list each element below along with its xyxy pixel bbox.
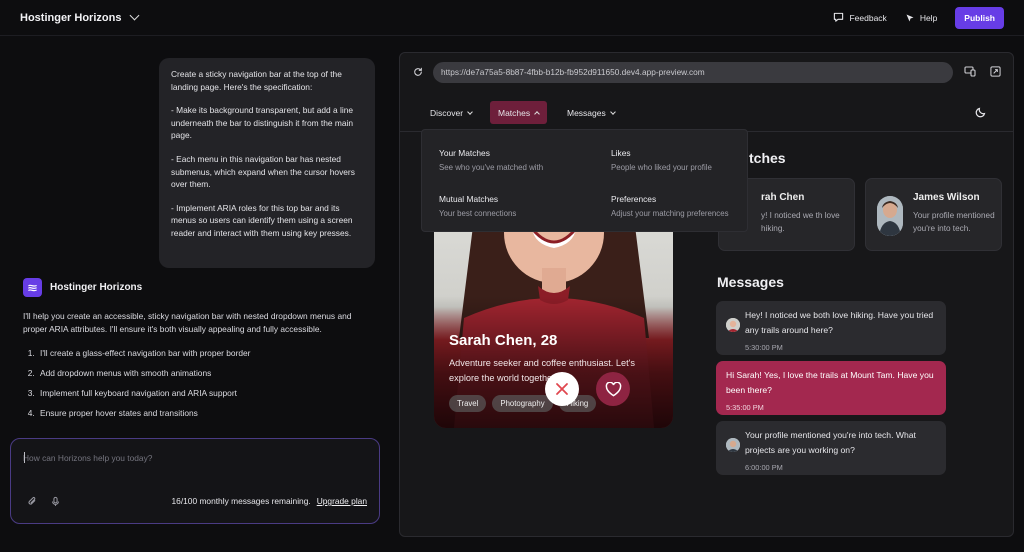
matches-dropdown: Your Matches See who you've matched with… [421, 129, 748, 232]
dropdown-item-preferences[interactable]: Preferences Adjust your matching prefere… [611, 194, 771, 218]
top-bar: Hostinger Horizons Feedback Help Publish [0, 0, 1024, 36]
text-caret [24, 452, 25, 463]
nav-label: Messages [567, 107, 606, 118]
dropdown-item-title: Your Matches [439, 148, 490, 158]
nav-matches[interactable]: Matches [490, 101, 548, 124]
dropdown-item-likes[interactable]: Likes People who liked your profile [611, 148, 771, 172]
arrow-icon [906, 14, 914, 21]
profile-card[interactable]: Sarah Chen, 28 Adventure seeker and coff… [434, 208, 673, 428]
chevron-down-icon [467, 108, 473, 115]
dropdown-item-desc: People who liked your profile [611, 163, 712, 172]
project-switcher[interactable]: Hostinger Horizons [20, 10, 140, 24]
assistant-name: Hostinger Horizons [50, 282, 143, 293]
match-name: James Wilson [913, 192, 980, 203]
dropdown-item-desc: Your best connections [439, 209, 517, 218]
dropdown-item-title: Mutual Matches [439, 194, 499, 204]
assistant-header: Hostinger Horizons [23, 278, 142, 297]
dropdown-item-title: Preferences [611, 194, 657, 204]
assistant-message: I'll help you create an accessible, stic… [23, 310, 363, 427]
dropdown-item-desc: See who you've matched with [439, 163, 544, 172]
match-snippet: Your profile mentioned you're into tech. [913, 211, 995, 233]
feedback-icon [834, 12, 844, 22]
list-item: Ensure proper hover states and transitio… [37, 407, 363, 420]
upgrade-plan-link[interactable]: Upgrade plan [317, 496, 367, 506]
url-bar[interactable]: https://de7a75a5-8b87-4fbb-b12b-fb952d91… [433, 62, 953, 83]
chevron-down-icon [130, 10, 140, 21]
message[interactable]: Hi Sarah! Yes, I love the trails at Moun… [716, 361, 946, 415]
user-message-line: Create a sticky navigation bar at the to… [171, 69, 342, 92]
nav-messages[interactable]: Messages [559, 101, 623, 124]
messages-heading: Messages [717, 274, 784, 290]
message-time: 5:35:00 PM [726, 403, 764, 413]
list-item: Implement full keyboard navigation and A… [37, 387, 363, 400]
message-text: Hey! I noticed we both love hiking. Have… [745, 310, 934, 335]
help-button[interactable]: Help [905, 13, 937, 23]
avatar [726, 438, 740, 452]
nav-discover[interactable]: Discover [422, 101, 480, 124]
close-icon [556, 383, 568, 395]
device-preview-icon[interactable] [964, 66, 976, 77]
like-button[interactable] [596, 372, 630, 406]
microphone-icon[interactable] [50, 496, 61, 507]
nav-label: Discover [430, 107, 464, 118]
nav-label: Matches [498, 107, 531, 118]
composer: 16/100 monthly messages remaining. Upgra… [10, 438, 380, 524]
chat-panel: Create a sticky navigation bar at the to… [0, 36, 390, 552]
horizons-logo-icon [23, 278, 42, 297]
profile-name: Sarah Chen, 28 [449, 332, 558, 349]
match-card[interactable]: James Wilson Your profile mentioned you'… [865, 178, 1002, 251]
user-message-line: - Make its background transparent, but a… [171, 105, 354, 141]
user-message-line: - Each menu in this navigation bar has n… [171, 153, 355, 190]
assistant-steps: I'll create a glass-effect navigation ba… [23, 347, 363, 420]
message-text: Hi Sarah! Yes, I love the trails at Moun… [726, 370, 934, 395]
app-preview: https://de7a75a5-8b87-4fbb-b12b-fb952d91… [399, 52, 1014, 537]
remaining-messages: 16/100 monthly messages remaining. [171, 496, 311, 506]
dropdown-item-mutual-matches[interactable]: Mutual Matches Your best connections [439, 194, 599, 218]
feedback-button[interactable]: Feedback [833, 12, 887, 23]
message[interactable]: Hey! I noticed we both love hiking. Have… [716, 301, 946, 355]
preview-toolbar: https://de7a75a5-8b87-4fbb-b12b-fb952d91… [400, 53, 1013, 91]
dropdown-item-title: Likes [611, 148, 631, 158]
user-message-line: - Implement ARIA roles for this top bar … [171, 202, 353, 238]
tag: Travel [449, 395, 487, 412]
chevron-down-icon [609, 108, 616, 115]
open-external-icon[interactable] [990, 66, 1001, 77]
preview-navbar: Discover Matches Messages [400, 91, 1013, 132]
avatar [726, 318, 740, 332]
list-item: I'll create a glass-effect navigation ba… [37, 347, 363, 360]
message-input[interactable] [23, 453, 363, 463]
message-text: Your profile mentioned you're into tech.… [745, 430, 916, 455]
avatar [877, 196, 903, 236]
assistant-intro: I'll help you create an accessible, stic… [23, 311, 352, 334]
heart-icon [605, 381, 621, 396]
pass-button[interactable] [545, 372, 579, 406]
dropdown-item-your-matches[interactable]: Your Matches See who you've matched with [439, 148, 599, 172]
list-item: Add dropdown menus with smooth animation… [37, 367, 363, 380]
publish-button[interactable]: Publish [955, 6, 1004, 29]
feedback-label: Feedback [849, 12, 887, 23]
tag: Photography [492, 395, 553, 412]
moon-icon[interactable] [975, 106, 987, 118]
match-snippet: y! I noticed we th love hiking. [761, 211, 840, 233]
dropdown-item-desc: Adjust your matching preferences [611, 209, 729, 218]
message[interactable]: Your profile mentioned you're into tech.… [716, 421, 946, 475]
help-label: Help [919, 12, 938, 23]
chevron-up-icon [534, 110, 540, 117]
brand-name: Hostinger Horizons [20, 11, 122, 24]
message-time: 6:00:00 PM [745, 463, 783, 473]
paperclip-icon[interactable] [27, 496, 38, 507]
reload-icon[interactable] [413, 67, 423, 77]
user-message: Create a sticky navigation bar at the to… [159, 58, 375, 268]
message-time: 5:30:00 PM [745, 343, 783, 353]
